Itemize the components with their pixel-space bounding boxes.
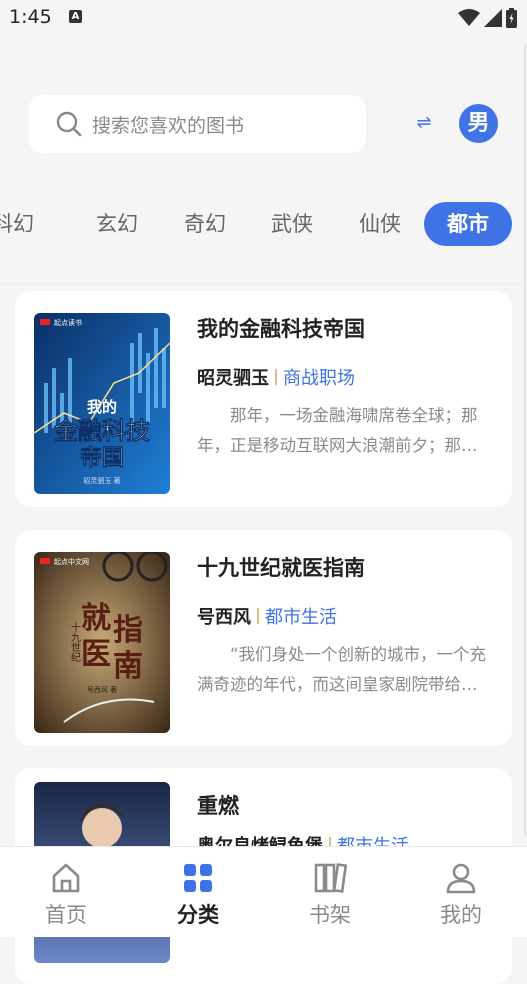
- cover-side-text: 十九世纪: [69, 621, 81, 662]
- tab-urban[interactable]: 都市: [424, 202, 512, 246]
- book-card[interactable]: 起点中文网 就 指 医 南 十九世纪 号西风 著 十九世纪就医指南 号西风 都市…: [15, 530, 512, 746]
- search-placeholder: 搜索您喜欢的图书: [92, 114, 245, 137]
- cover-publisher: 起点读书: [54, 318, 82, 327]
- search-input[interactable]: 搜索您喜欢的图书: [29, 95, 366, 153]
- gender-toggle-button[interactable]: 男: [459, 104, 498, 143]
- nav-category[interactable]: 分类: [158, 861, 238, 929]
- book-genre[interactable]: 都市生活: [265, 603, 337, 629]
- nav-bookshelf-label: 书架: [309, 903, 351, 927]
- profile-icon: [446, 863, 476, 894]
- book-author[interactable]: 昭灵驷玉: [197, 364, 269, 390]
- cover-publisher: 起点中文网: [54, 557, 89, 566]
- scrollbar[interactable]: [524, 45, 526, 835]
- search-row: 搜索您喜欢的图书 ⇌ 男: [0, 95, 527, 153]
- cover-author: 号西风 著: [87, 685, 117, 694]
- meta-separator: [257, 608, 259, 624]
- book-author[interactable]: 号西风: [197, 603, 251, 629]
- search-icon: [56, 111, 82, 137]
- cover-title-line: 金融科技: [53, 417, 151, 445]
- status-icons: [458, 8, 517, 28]
- status-time: 1:45: [9, 6, 52, 28]
- cover-title-line: 我的: [87, 398, 117, 416]
- cover-title-line: 帝国: [80, 445, 124, 471]
- wifi-icon: [458, 9, 480, 26]
- book-title[interactable]: 十九世纪就医指南: [197, 552, 365, 582]
- book-card[interactable]: 起点读书 我的 金融科技 帝国 昭灵驷玉 著 我的金融科技帝国 昭灵驷玉 商战职…: [15, 291, 512, 507]
- status-bar: 1:45 A: [0, 0, 527, 36]
- signal-icon: [484, 9, 502, 27]
- bottom-nav: 首页 分类 书架 我的: [0, 846, 527, 937]
- tab-scifi[interactable]: 科幻: [0, 202, 34, 246]
- book-cover-image: 起点中文网 就 指 医 南 十九世纪 号西风 著: [34, 552, 170, 733]
- nav-profile-label: 我的: [440, 903, 482, 927]
- cover-title-line: 医: [81, 637, 111, 672]
- book-title[interactable]: 重燃: [197, 790, 239, 820]
- category-grid-icon: [184, 864, 212, 892]
- meta-separator: [275, 369, 277, 385]
- tab-xianxia[interactable]: 仙侠: [359, 202, 401, 246]
- book-genre[interactable]: 商战职场: [283, 364, 355, 390]
- bookshelf-icon: [314, 863, 347, 893]
- book-meta: 昭灵驷玉 商战职场: [197, 364, 355, 390]
- book-cover[interactable]: 起点中文网 就 指 医 南 十九世纪 号西风 著: [34, 552, 170, 733]
- cover-title-line: 南: [113, 649, 143, 684]
- cover-author: 昭灵驷玉 著: [83, 476, 120, 485]
- divider: [0, 283, 527, 284]
- cover-title-line: 就: [81, 601, 111, 636]
- book-description: “我们身处一个创新的城市，一个充满奇迹的年代，而这间皇家剧院带给您的将是一场……: [197, 645, 487, 694]
- book-description: 那年，一场金融海啸席卷全球；那年，正是移动互联网大浪潮前夕；那年，他重生了……: [197, 406, 478, 455]
- nav-home-label: 首页: [45, 903, 87, 927]
- cover-title-line: 指: [113, 613, 143, 648]
- battery-icon: [506, 8, 517, 28]
- book-title[interactable]: 我的金融科技帝国: [197, 313, 365, 343]
- nav-home[interactable]: 首页: [26, 861, 106, 929]
- nav-bookshelf[interactable]: 书架: [290, 861, 370, 929]
- tab-wuxia[interactable]: 武侠: [271, 202, 313, 246]
- book-meta: 号西风 都市生活: [197, 603, 337, 629]
- book-cover[interactable]: 起点读书 我的 金融科技 帝国 昭灵驷玉 著: [34, 313, 170, 494]
- notification-a-icon: A: [69, 10, 82, 23]
- nav-category-label: 分类: [177, 903, 219, 927]
- home-icon: [52, 863, 80, 893]
- category-tabs: 科幻 玄幻 奇幻 武侠 仙侠 都市: [0, 202, 527, 246]
- nav-profile[interactable]: 我的: [421, 861, 501, 929]
- tab-xuanhuan[interactable]: 玄幻: [96, 202, 138, 246]
- swap-icon[interactable]: ⇌: [413, 112, 435, 133]
- tab-fantasy[interactable]: 奇幻: [184, 202, 226, 246]
- book-cover-image: 起点读书 我的 金融科技 帝国 昭灵驷玉 著: [34, 313, 170, 494]
